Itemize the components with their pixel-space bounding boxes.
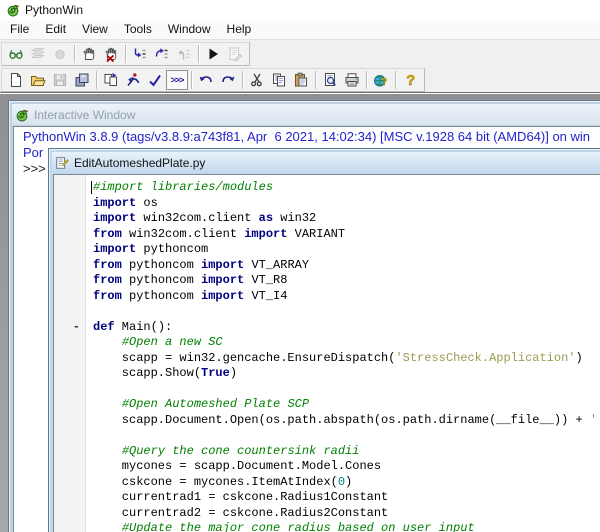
toolbar-separator <box>242 71 243 89</box>
check-syntax-icon[interactable] <box>144 70 166 90</box>
step-into-icon[interactable] <box>129 44 151 64</box>
toolbar-separator <box>395 71 396 89</box>
debug-toolbar <box>1 42 250 66</box>
code-line: scapp = win32.gencache.EnsureDispatch('S… <box>93 351 600 367</box>
app-title: PythonWin <box>25 3 83 17</box>
app-titlebar[interactable]: PythonWin <box>0 0 600 20</box>
new-file-icon[interactable] <box>5 70 27 90</box>
code-editor[interactable]: #import libraries/modulesimport osimport… <box>86 175 600 532</box>
edit-script-icon[interactable] <box>224 44 246 64</box>
code-line: import win32com.client as win32 <box>93 211 600 227</box>
editor-gutter[interactable]: - <box>54 175 86 532</box>
menu-item-edit[interactable]: Edit <box>37 20 74 39</box>
editor-window-title: EditAutomeshedPlate.py <box>74 156 205 170</box>
save-icon[interactable] <box>49 70 71 90</box>
fold-marker[interactable]: - <box>73 320 80 334</box>
code-line: #Update the major cone radius based on u… <box>93 521 600 532</box>
watch-icon[interactable] <box>5 44 27 64</box>
code-line: currentrad1 = cskcone.Radius1Constant <box>93 490 600 506</box>
code-line: scapp.Show(True) <box>93 366 600 382</box>
copy-icon[interactable] <box>268 70 290 90</box>
pythonwin-app: { "app": { "title": "PythonWin" }, "menu… <box>0 0 600 532</box>
code-line: from win32com.client import VARIANT <box>93 227 600 243</box>
interactive-window-titlebar[interactable]: Interactive Window <box>12 104 600 125</box>
redo-icon[interactable] <box>217 70 239 90</box>
menu-item-file[interactable]: File <box>2 20 37 39</box>
menubar: FileEditViewToolsWindowHelp <box>0 20 600 40</box>
toolbar-separator <box>191 71 192 89</box>
editor-window: EditAutomeshedPlate.py - #import librari… <box>48 148 600 532</box>
step-over-icon[interactable] <box>151 44 173 64</box>
code-line: import os <box>93 196 600 212</box>
interactive-window-toggle[interactable]: >>> <box>166 70 188 90</box>
call-stack-icon[interactable] <box>27 44 49 64</box>
toolbar-separator <box>74 45 75 63</box>
code-line: import pythoncom <box>93 242 600 258</box>
code-line: def Main(): <box>93 320 600 336</box>
toolbar-separator <box>366 71 367 89</box>
toolbar-zone: >>>?? <box>0 40 600 93</box>
code-line: currentrad2 = cskcone.Radius2Constant <box>93 506 600 522</box>
menu-item-view[interactable]: View <box>74 20 116 39</box>
standard-toolbar: >>>?? <box>1 68 425 92</box>
pythonwin-window-icon <box>15 108 29 122</box>
editor-window-titlebar[interactable]: EditAutomeshedPlate.py <box>52 152 600 173</box>
paste-icon[interactable] <box>290 70 312 90</box>
code-line: #Open Automeshed Plate SCP <box>93 397 600 413</box>
code-line: #Open a new SC <box>93 335 600 351</box>
toolbar-separator <box>125 45 126 63</box>
run-script-icon[interactable] <box>122 70 144 90</box>
pythonwin-app-icon <box>6 3 20 17</box>
toolbar-separator <box>198 45 199 63</box>
code-line <box>93 304 600 320</box>
text-caret <box>91 181 92 194</box>
code-line: cskcone = mycones.ItemAtIndex(0) <box>93 475 600 491</box>
menu-item-tools[interactable]: Tools <box>116 20 160 39</box>
cut-icon[interactable] <box>246 70 268 90</box>
mdi-client-area: Interactive Window PythonWin 3.8.9 (tags… <box>0 94 600 532</box>
print-icon[interactable] <box>341 70 363 90</box>
undo-icon[interactable] <box>195 70 217 90</box>
python-docs-icon[interactable]: ? <box>370 70 392 90</box>
code-line: #Query the cone countersink radii <box>93 444 600 460</box>
code-line: from pythoncom import VT_ARRAY <box>93 258 600 274</box>
go-icon[interactable] <box>202 44 224 64</box>
print-preview-icon[interactable] <box>319 70 341 90</box>
menu-item-window[interactable]: Window <box>160 20 219 39</box>
svg-text:?: ? <box>381 77 387 88</box>
clear-all-breakpoints-icon[interactable] <box>100 44 122 64</box>
code-line <box>93 428 600 444</box>
svg-text:?: ? <box>406 73 415 88</box>
import-reload-icon[interactable] <box>100 70 122 90</box>
shell-banner-line: PythonWin 3.8.9 (tags/v3.8.9:a743f81, Ap… <box>23 129 600 145</box>
interactive-window-title: Interactive Window <box>34 108 135 122</box>
toolbar-separator <box>96 71 97 89</box>
code-line: from pythoncom import VT_I4 <box>93 289 600 305</box>
python-script-icon <box>55 156 69 170</box>
code-line: mycones = scapp.Document.Model.Cones <box>93 459 600 475</box>
help-icon[interactable]: ? <box>399 70 421 90</box>
menu-item-help[interactable]: Help <box>219 20 260 39</box>
toggle-breakpoint-icon[interactable] <box>78 44 100 64</box>
step-out-icon[interactable] <box>173 44 195 64</box>
code-line: scapp.Document.Open(os.path.abspath(os.p… <box>93 413 600 429</box>
editor-content: - #import libraries/modulesimport osimpo… <box>53 174 600 532</box>
toolbar-separator <box>315 71 316 89</box>
code-line <box>93 382 600 398</box>
code-line: from pythoncom import VT_R8 <box>93 273 600 289</box>
save-all-icon[interactable] <box>71 70 93 90</box>
breakpoint-list-icon[interactable] <box>49 44 71 64</box>
open-file-icon[interactable] <box>27 70 49 90</box>
code-line: #import libraries/modules <box>93 180 600 196</box>
